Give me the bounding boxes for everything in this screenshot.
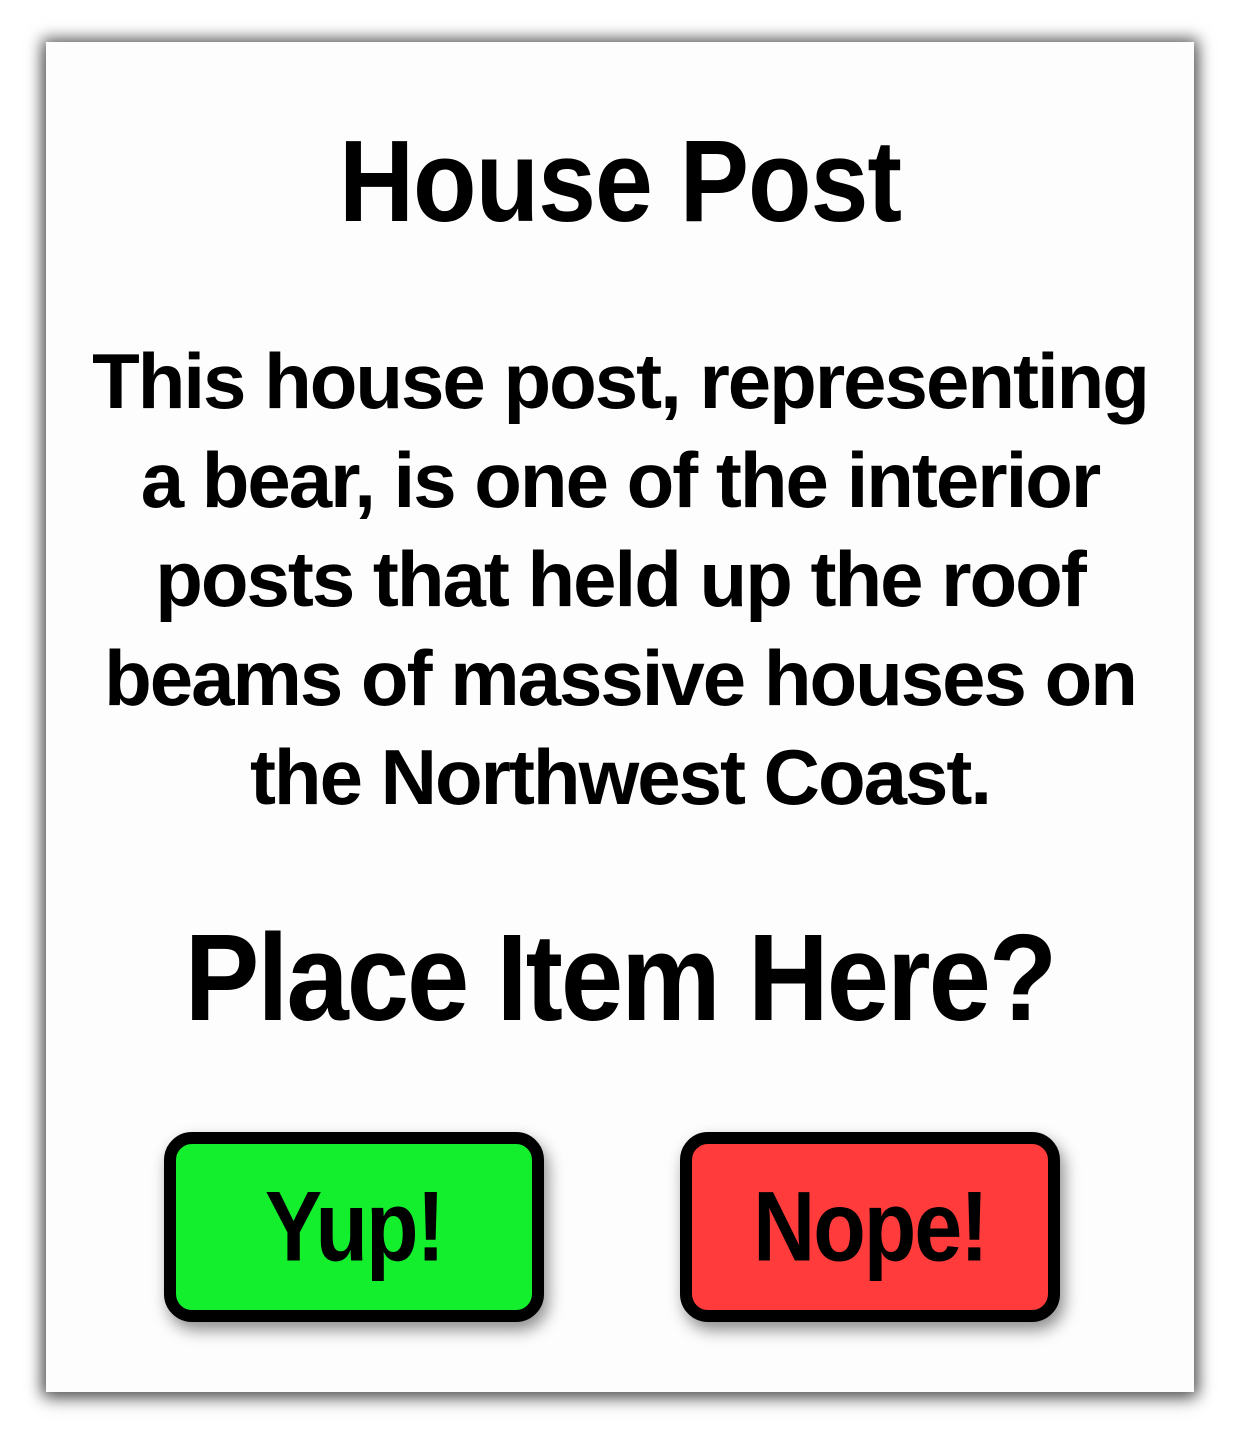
nope-button-label: Nope! [753,1171,989,1282]
place-item-dialog: House Post This house post, representing… [46,42,1194,1392]
nope-button[interactable]: Nope! [680,1132,1060,1322]
page: House Post This house post, representing… [0,0,1240,1441]
item-title: House Post [338,117,902,247]
yup-button-label: Yup! [264,1171,445,1282]
place-item-prompt: Place Item Here? [184,908,1058,1047]
yup-button[interactable]: Yup! [164,1132,544,1322]
item-description: This house post, representing a bear, is… [92,337,1150,821]
